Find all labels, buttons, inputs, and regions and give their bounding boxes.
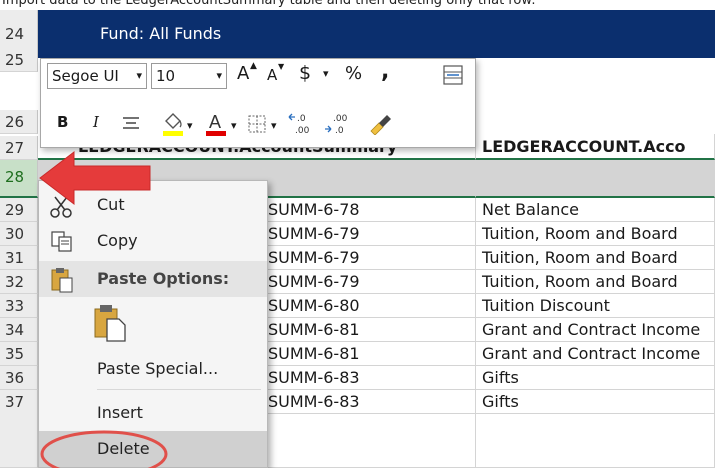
red-oval-annotation [40,430,168,468]
annotation-overlay [39,150,168,468]
red-arrow-icon [39,150,151,206]
